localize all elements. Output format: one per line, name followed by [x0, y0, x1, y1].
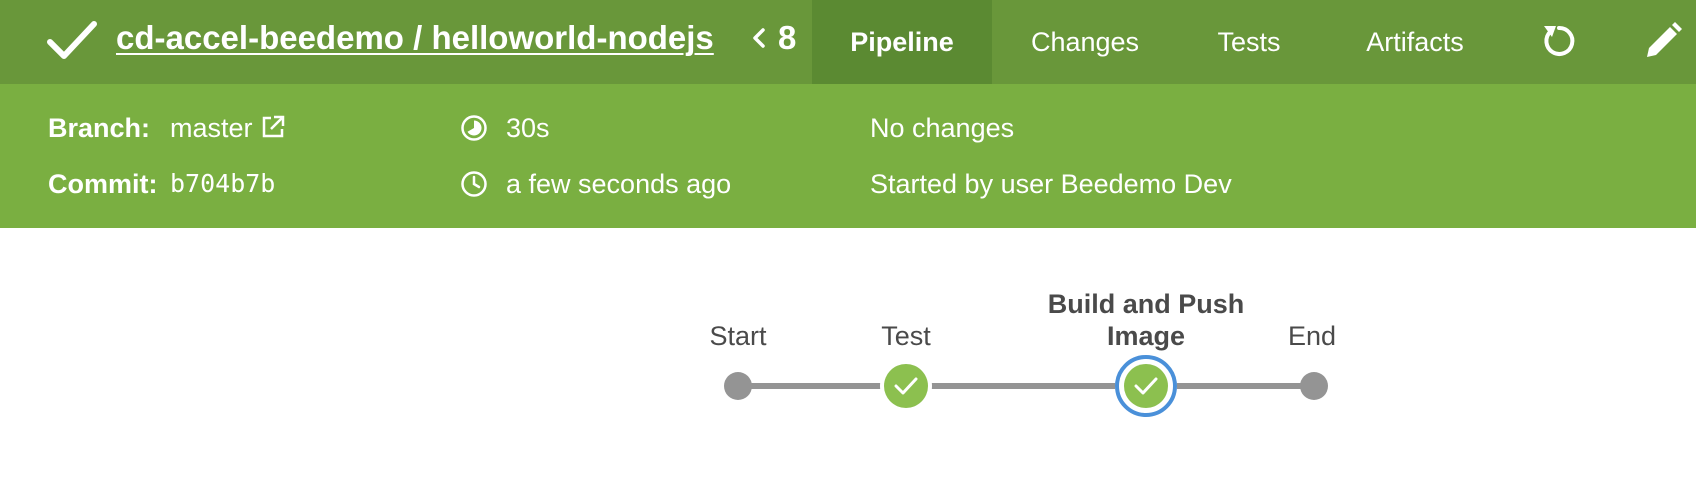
- run-number[interactable]: 8: [752, 16, 796, 60]
- duration-value: 30s: [506, 113, 550, 143]
- started-by: Started by user Beedemo Dev: [870, 169, 1232, 199]
- tab-pipeline[interactable]: Pipeline: [812, 0, 992, 84]
- stage-label-end: End: [1287, 321, 1337, 351]
- branch-value[interactable]: master: [170, 110, 253, 146]
- run-header-bar: cd-accel-beedemo / helloworld-nodejs 8 P…: [0, 0, 1696, 84]
- stage-label-start: Start: [709, 321, 767, 351]
- edit-button[interactable]: [1638, 16, 1688, 66]
- pipeline-graph: Start Test Build and Push Image End: [0, 228, 1696, 504]
- branch-label: Branch:: [48, 113, 151, 143]
- clock-icon: [461, 171, 487, 197]
- stage-node-test[interactable]: [880, 360, 932, 412]
- rerun-button[interactable]: [1534, 16, 1584, 66]
- stage-node-build-and-push-image[interactable]: [1115, 355, 1177, 417]
- stage-label-build-line2: Image: [1106, 321, 1186, 351]
- run-details-bar: Branch: master Commit: b704b7b 30s a few…: [0, 84, 1696, 228]
- rerun-icon: [1544, 25, 1575, 56]
- chevron-left-icon[interactable]: [752, 27, 766, 49]
- external-link-icon[interactable]: [260, 114, 286, 140]
- stage-label-build-line1: Build and Push: [1047, 289, 1245, 319]
- run-number-value: 8: [778, 19, 797, 56]
- commit-value: b704b7b: [170, 169, 276, 198]
- tab-artifacts[interactable]: Artifacts: [1352, 0, 1478, 84]
- check-icon: [47, 21, 97, 59]
- changes-summary: No changes: [870, 113, 1015, 143]
- stage-label-test: Test: [881, 321, 931, 351]
- pipeline-graph-canvas: [724, 355, 1328, 417]
- pipeline-title-link[interactable]: cd-accel-beedemo / helloworld-nodejs: [116, 16, 714, 60]
- stage-node-start: [724, 372, 752, 400]
- pencil-icon: [1647, 22, 1682, 57]
- started-time: a few seconds ago: [506, 169, 732, 199]
- stage-node-end: [1300, 372, 1328, 400]
- duration-icon: [461, 115, 487, 141]
- tab-tests[interactable]: Tests: [1208, 0, 1290, 84]
- commit-label: Commit:: [48, 169, 158, 199]
- tab-changes[interactable]: Changes: [1020, 0, 1150, 84]
